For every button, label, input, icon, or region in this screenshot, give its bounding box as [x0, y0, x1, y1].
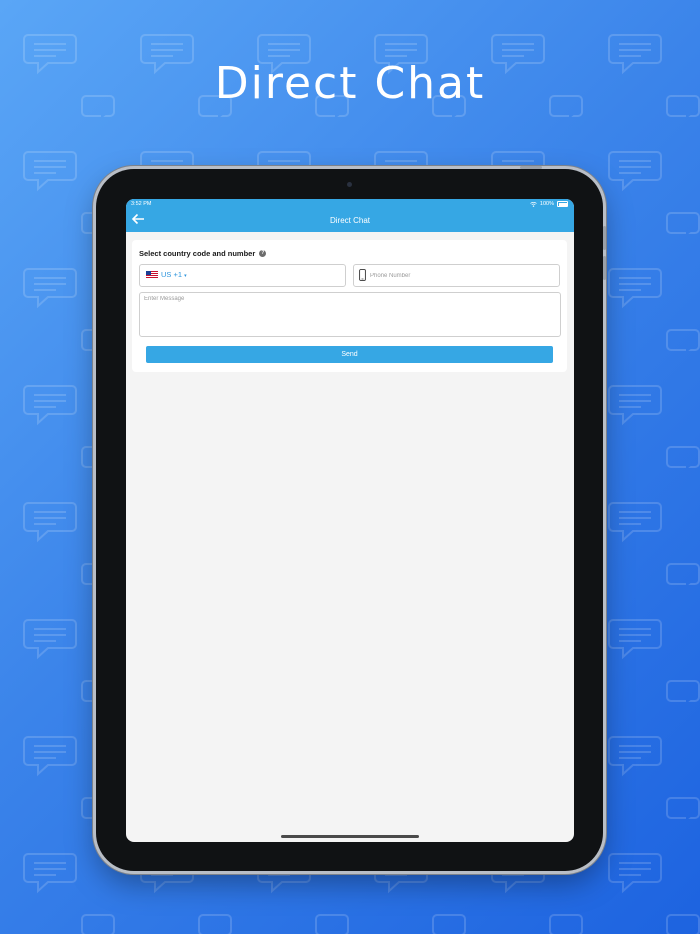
phone-number-input[interactable] [370, 270, 550, 281]
message-field[interactable] [139, 292, 561, 337]
tablet-top-button [520, 166, 542, 169]
message-input[interactable] [144, 296, 554, 332]
battery-icon [557, 201, 568, 207]
send-button[interactable]: Send [146, 346, 553, 363]
nav-title: Direct Chat [329, 216, 370, 225]
home-indicator [281, 835, 419, 838]
caret-down-icon: ▾ [184, 273, 187, 279]
country-code-text: US +1 [161, 270, 183, 279]
tablet-volume-up-button [603, 226, 606, 250]
battery-percent: 100% [539, 201, 554, 207]
status-indicators: 100% [530, 201, 568, 207]
front-camera [347, 182, 352, 187]
marketing-headline: Direct Chat [214, 58, 486, 109]
app-screen: 3:52 PM 100% Direct Chat Select country … [126, 199, 574, 842]
direct-chat-form-card: Select country code and number ? US +1 ▾ [132, 240, 567, 372]
form-label-text: Select country code and number [139, 249, 256, 258]
mobile-phone-icon [359, 269, 366, 281]
wifi-icon [530, 201, 537, 207]
country-code-label: US +1 ▾ [161, 270, 187, 279]
app-bar: 3:52 PM 100% Direct Chat [126, 199, 574, 232]
tablet-volume-down-button [603, 256, 606, 280]
country-code-picker[interactable]: US +1 ▾ [139, 264, 346, 287]
status-time: 3:52 PM [131, 201, 152, 207]
us-flag-icon [146, 271, 158, 279]
form-label: Select country code and number ? [139, 249, 267, 258]
question-icon[interactable]: ? [259, 250, 267, 257]
phone-number-field[interactable] [353, 264, 560, 287]
